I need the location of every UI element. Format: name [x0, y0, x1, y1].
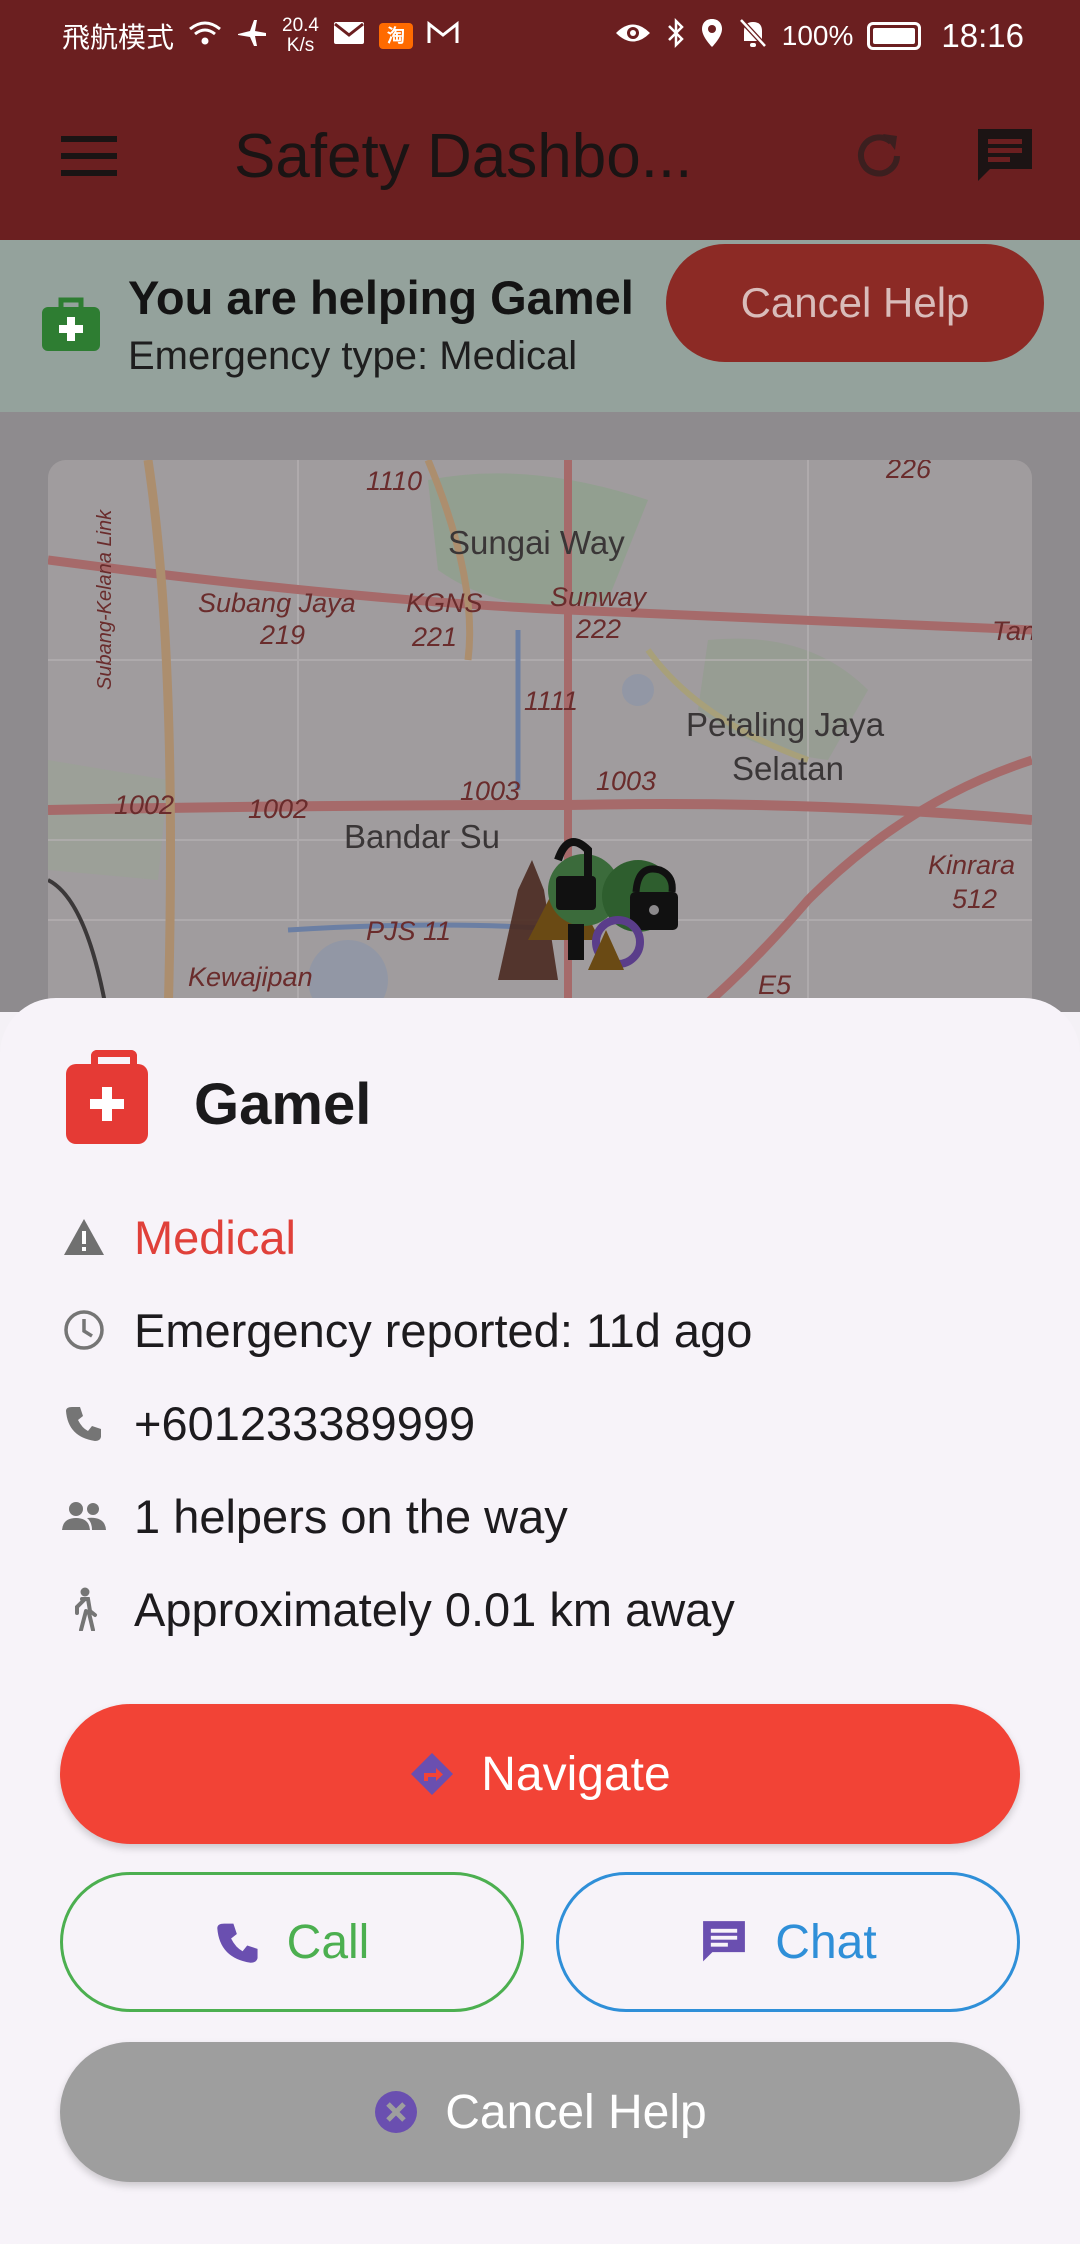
helpers-text: 1 helpers on the way: [134, 1489, 568, 1543]
chat-bubble-icon[interactable]: [970, 121, 1040, 191]
warning-icon: [60, 1213, 108, 1261]
road-number: 1002: [114, 790, 175, 820]
road-number: 226: [886, 460, 932, 484]
map-label: Selatan: [732, 750, 844, 787]
map-label: Bandar Su: [344, 818, 500, 855]
distance-text: Approximately 0.01 km away: [134, 1582, 735, 1636]
road-number: 1003: [460, 776, 521, 806]
taobao-icon: 淘: [379, 23, 413, 49]
road-number: 1111: [524, 686, 579, 716]
map-label: Sunway: [550, 582, 647, 612]
phone-icon: [60, 1399, 108, 1447]
map-label: Kinrara: [928, 850, 1016, 880]
emergency-type-text: Medical: [134, 1210, 296, 1264]
people-icon: [60, 1492, 108, 1540]
road-number: 221: [412, 622, 458, 652]
page-title: Safety Dashbo...: [234, 121, 693, 191]
cancel-help-button[interactable]: Cancel Help: [60, 2042, 1020, 2182]
app-bar: Safety Dashbo...: [0, 72, 1080, 240]
banner-cancel-help-button[interactable]: Cancel Help: [666, 244, 1044, 362]
distance-row: Approximately 0.01 km away: [60, 1574, 735, 1644]
road-number: 222: [576, 614, 622, 644]
road-number: Tan: [992, 616, 1032, 646]
phone-icon: [215, 1919, 261, 1965]
victim-name: Gamel: [194, 1071, 372, 1137]
chat-label: Chat: [775, 1915, 877, 1969]
status-bar: 飛航模式 20.4 K/s 淘 100% 18:16: [0, 0, 1080, 72]
map-label: Subang-Kelana Link: [94, 509, 116, 690]
lock-icon: [556, 876, 596, 910]
phone-row[interactable]: +601233389999: [60, 1388, 475, 1458]
medical-kit-icon: [40, 295, 102, 358]
bell-muted-icon: [738, 17, 768, 56]
clock: 18:16: [941, 17, 1024, 54]
airplane-mode-label: 飛航模式: [62, 22, 175, 53]
bluetooth-icon: [666, 17, 686, 56]
map-label: Subang Jaya: [198, 588, 356, 618]
gmail-icon: [427, 20, 459, 52]
road-number: 1110: [366, 466, 423, 496]
battery-icon: [867, 22, 922, 50]
wifi-icon: [188, 19, 222, 54]
navigate-button[interactable]: Navigate: [60, 1704, 1020, 1844]
network-speed: 20.4 K/s: [282, 15, 319, 56]
road-number: 512: [952, 884, 998, 914]
chat-icon: [699, 1918, 749, 1966]
road-number: PJS 11: [366, 916, 452, 946]
walking-icon: [60, 1585, 108, 1633]
airplane-icon: [236, 18, 268, 55]
reported-row: Emergency reported: 11d ago: [60, 1295, 752, 1365]
road-number: 1003: [596, 766, 657, 796]
clock-icon: [60, 1306, 108, 1354]
road-number: E5: [758, 970, 792, 1000]
road-number: 1002: [248, 794, 309, 824]
hamburger-menu-icon[interactable]: [54, 121, 124, 191]
phone-number[interactable]: +601233389999: [134, 1396, 475, 1451]
road-number: 219: [260, 620, 306, 650]
navigate-label: Navigate: [481, 1747, 671, 1801]
call-label: Call: [286, 1915, 370, 1969]
map-label: KGNS: [406, 588, 483, 618]
map-markers[interactable]: [488, 820, 708, 980]
cancel-circle-icon: [373, 2089, 419, 2135]
mail-icon: [333, 20, 365, 52]
helpers-row: 1 helpers on the way: [60, 1481, 568, 1551]
battery-percent: 100%: [781, 20, 854, 51]
map-label: Petaling Jaya: [686, 706, 885, 743]
emergency-type-row: Medical: [60, 1202, 296, 1272]
directions-icon: [409, 1751, 455, 1797]
call-button[interactable]: Call: [60, 1872, 524, 2012]
chat-button[interactable]: Chat: [556, 1872, 1020, 2012]
map-label: Kewajipan: [188, 962, 313, 992]
refresh-icon[interactable]: [844, 121, 914, 191]
eye-icon: [614, 20, 652, 53]
reported-text: Emergency reported: 11d ago: [134, 1303, 753, 1357]
location-icon: [700, 17, 724, 56]
emergency-detail-sheet: Gamel Medical Emergency reported: 11d ag…: [0, 998, 1080, 2244]
map-label: Sungai Way: [448, 524, 625, 561]
medical-kit-icon: [66, 1050, 148, 1144]
sheet-header: Gamel: [66, 1050, 372, 1144]
cancel-help-label: Cancel Help: [445, 2085, 707, 2139]
